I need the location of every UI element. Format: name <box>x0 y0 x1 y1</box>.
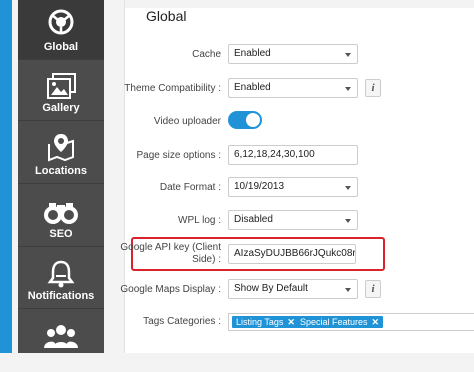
google-api-key-input[interactable]: AIzaSyDUJBB66rJQukc08rlx7j6 <box>228 244 356 264</box>
panel-top-bar <box>125 0 474 8</box>
tag-label: Listing Tags <box>236 317 284 327</box>
date-format-select[interactable]: 10/19/2013 <box>228 177 358 197</box>
users-icon <box>44 325 78 348</box>
theme-compat-value: Enabled <box>234 82 271 93</box>
sidebar-item-users[interactable] <box>18 312 104 372</box>
info-icon[interactable]: i <box>365 280 381 298</box>
tags-categories-label: Tags Categories : <box>143 316 221 327</box>
gallery-icon <box>47 73 76 99</box>
theme-compat-select[interactable]: Enabled <box>228 78 358 98</box>
cache-value: Enabled <box>234 48 271 59</box>
remove-tag-icon[interactable]: ✕ <box>287 317 295 327</box>
google-api-label-line1: Google API key (Client <box>120 242 221 253</box>
date-format-value: 10/19/2013 <box>234 181 285 192</box>
page-title: Global <box>146 8 187 24</box>
google-maps-display-value: Show By Default <box>234 283 308 294</box>
page-size-label: Page size options : <box>136 150 222 161</box>
google-maps-display-label: Google Maps Display : <box>120 284 221 295</box>
wpl-log-label: WPL log : <box>178 215 221 226</box>
cache-select[interactable]: Enabled <box>228 44 358 64</box>
sidebar-item-seo[interactable]: SEO <box>18 187 104 247</box>
chevron-down-icon <box>345 53 351 57</box>
chevron-down-icon <box>345 288 351 292</box>
tag-chip[interactable]: Listing Tags ✕ <box>232 316 299 328</box>
sidebar-item-label: SEO <box>49 228 73 240</box>
map-pin-icon <box>48 134 74 162</box>
google-maps-display-select[interactable]: Show By Default <box>228 279 358 299</box>
chevron-down-icon <box>345 219 351 223</box>
date-format-label: Date Format : <box>159 182 221 193</box>
sidebar-item-label: Gallery <box>42 102 80 114</box>
page-size-input[interactable]: 6,12,18,24,30,100 <box>228 145 358 165</box>
wpl-log-select[interactable]: Disabled <box>228 210 358 230</box>
sidebar-item-label: Notifications <box>27 290 95 302</box>
binoculars-icon <box>44 203 78 224</box>
toggle-knob <box>246 113 260 127</box>
sidebar-item-gallery[interactable]: Gallery <box>18 61 104 121</box>
tags-categories-input[interactable]: Listing Tags ✕ Special Features ✕ <box>228 313 474 331</box>
video-uploader-label: Video uploader <box>153 116 221 127</box>
remove-tag-icon[interactable]: ✕ <box>372 317 380 327</box>
settings-panel: Global Cache Enabled Theme Compatibility… <box>120 0 474 353</box>
chevron-down-icon <box>345 186 351 190</box>
sidebar-item-locations[interactable]: Locations <box>18 124 104 184</box>
accent-strip <box>0 0 12 353</box>
chevron-down-icon <box>345 87 351 91</box>
cache-label: Cache <box>192 49 221 60</box>
sidebar-item-notifications[interactable]: Notifications <box>18 249 104 309</box>
tag-label: Special Features <box>300 317 368 327</box>
google-api-label-line2: Side) : <box>192 254 221 265</box>
video-uploader-toggle[interactable] <box>228 111 262 129</box>
sidebar-item-global[interactable]: Global <box>18 0 104 60</box>
globe-icon <box>48 9 74 35</box>
wpl-log-value: Disabled <box>234 214 273 225</box>
bell-icon <box>47 260 75 288</box>
info-icon[interactable]: i <box>365 79 381 97</box>
theme-compat-label: Theme Compatibility : <box>124 83 221 94</box>
sidebar-item-label: Global <box>43 41 79 53</box>
sidebar-item-label: Locations <box>35 165 87 177</box>
sidebar: Global Gallery Locations SEO Notificatio… <box>18 0 104 353</box>
tag-chip[interactable]: Special Features ✕ <box>296 316 384 328</box>
